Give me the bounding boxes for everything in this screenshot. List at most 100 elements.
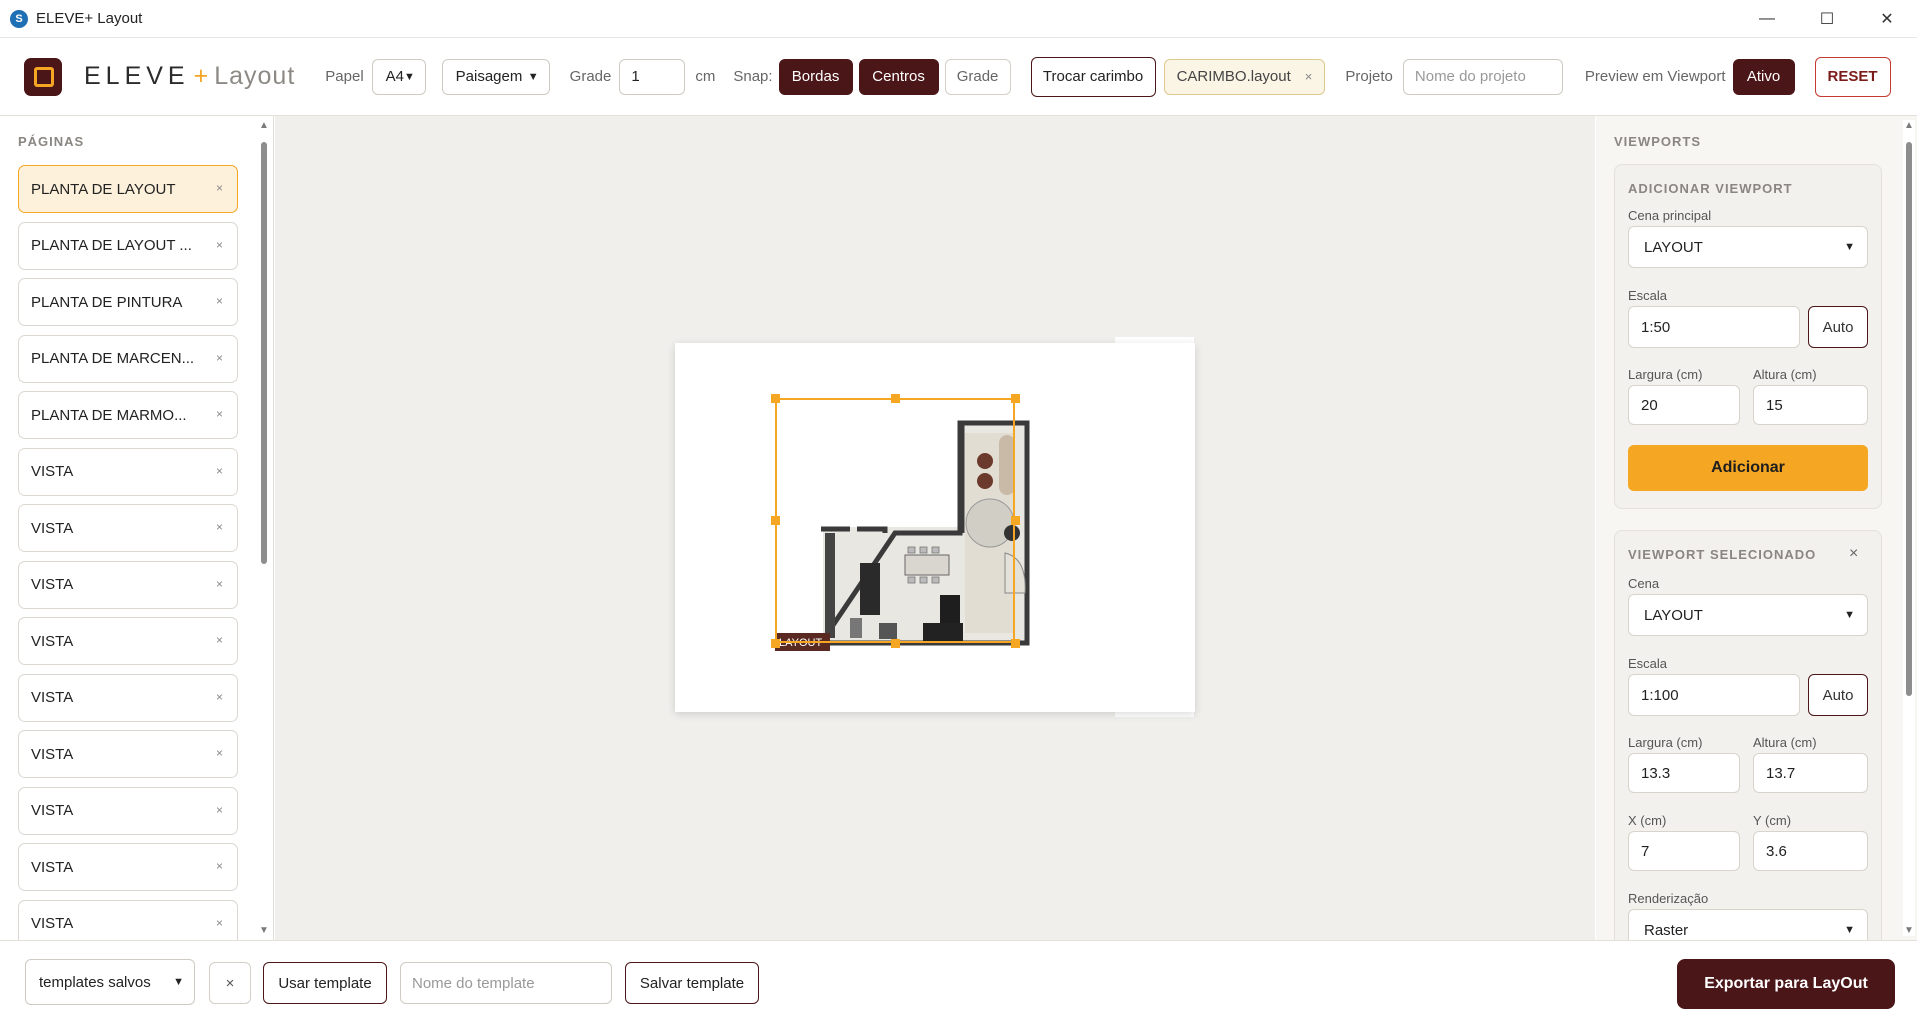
- render-select[interactable]: Raster ▼: [1628, 909, 1868, 940]
- orientation-select[interactable]: Paisagem ▼: [441, 58, 550, 95]
- x-input[interactable]: 7: [1628, 831, 1740, 871]
- scrollbar-thumb[interactable]: [261, 142, 267, 564]
- page-item-label: VISTA: [31, 858, 74, 876]
- page-item[interactable]: PLANTA DE MARMO... ×: [18, 391, 238, 439]
- width-input[interactable]: 13.3: [1628, 753, 1740, 793]
- layout-canvas[interactable]: LAYOUT: [275, 116, 1595, 940]
- page-item[interactable]: VISTA ×: [18, 560, 238, 609]
- remove-page-icon[interactable]: ×: [216, 803, 223, 817]
- paper-sheet[interactable]: LAYOUT: [675, 343, 1195, 712]
- bottom-bar: templates salvos ▼ × Usar template Nome d…: [0, 940, 1917, 1017]
- remove-page-icon[interactable]: ×: [216, 238, 223, 252]
- scale-label: Escala: [1628, 288, 1668, 303]
- preview-toggle[interactable]: Ativo: [1732, 58, 1795, 95]
- scroll-down-icon[interactable]: ▼: [259, 925, 269, 936]
- remove-page-icon[interactable]: ×: [216, 294, 223, 308]
- close-window-button[interactable]: ✕: [1857, 0, 1917, 38]
- auto-scale-button[interactable]: Auto: [1808, 306, 1868, 348]
- project-name-input[interactable]: Nome do projeto: [1402, 58, 1563, 95]
- page-item[interactable]: PLANTA DE PINTURA ×: [18, 278, 238, 326]
- project-label: Projeto: [1345, 68, 1393, 85]
- snap-borders-toggle[interactable]: Bordas: [778, 58, 853, 95]
- scale-input[interactable]: 1:100: [1628, 674, 1800, 716]
- remove-page-icon[interactable]: ×: [216, 746, 223, 760]
- scroll-up-icon[interactable]: ▲: [259, 120, 269, 131]
- page-item[interactable]: VISTA ×: [18, 447, 238, 496]
- resize-handle[interactable]: [1011, 394, 1020, 403]
- remove-page-icon[interactable]: ×: [216, 464, 223, 478]
- remove-page-icon[interactable]: ×: [216, 859, 223, 873]
- paper-label: Papel: [325, 68, 364, 85]
- viewport-selection[interactable]: [775, 398, 1015, 643]
- resize-handle[interactable]: [771, 639, 780, 648]
- height-input[interactable]: 15: [1753, 385, 1868, 425]
- paper-select[interactable]: A4 ▼: [371, 58, 426, 95]
- resize-handle[interactable]: [1011, 639, 1020, 648]
- scrollbar-thumb[interactable]: [1906, 142, 1912, 696]
- snap-centers-toggle[interactable]: Centros: [858, 58, 939, 95]
- page-item[interactable]: PLANTA DE MARCEN... ×: [18, 334, 238, 383]
- reset-button[interactable]: RESET: [1814, 56, 1891, 97]
- page-item[interactable]: VISTA ×: [18, 673, 238, 722]
- resize-handle[interactable]: [1011, 516, 1020, 525]
- pages-scrollbar[interactable]: ▲ ▼: [258, 120, 270, 936]
- pages-sidebar: PÁGINAS PLANTA DE LAYOUT × PLANTA DE LAYOU…: [0, 116, 274, 940]
- export-layout-button[interactable]: Exportar para LayOut: [1677, 959, 1895, 1009]
- height-input[interactable]: 13.7: [1753, 753, 1868, 793]
- scene-label: Cena: [1628, 576, 1660, 591]
- grid-label: Grade: [569, 68, 612, 85]
- page-item[interactable]: VISTA ×: [18, 899, 238, 940]
- resize-handle[interactable]: [891, 639, 900, 648]
- snap-grid-toggle[interactable]: Grade: [944, 58, 1011, 95]
- main-scene-select[interactable]: LAYOUT ▼: [1628, 226, 1868, 268]
- remove-page-icon[interactable]: ×: [216, 181, 223, 195]
- scroll-up-icon[interactable]: ▲: [1904, 120, 1914, 131]
- clear-template-button[interactable]: ×: [209, 962, 251, 1004]
- page-item[interactable]: PLANTA DE LAYOUT ×: [18, 165, 238, 213]
- use-template-button[interactable]: Usar template: [263, 962, 387, 1004]
- page-item-label: PLANTA DE PINTURA: [31, 293, 183, 311]
- remove-page-icon[interactable]: ×: [216, 407, 223, 421]
- maximize-button[interactable]: ☐: [1797, 0, 1857, 38]
- page-item[interactable]: VISTA ×: [18, 617, 238, 665]
- remove-page-icon[interactable]: ×: [216, 351, 223, 365]
- close-icon[interactable]: ×: [1849, 545, 1858, 563]
- page-item-label: PLANTA DE MARCEN...: [31, 350, 195, 367]
- remove-page-icon[interactable]: ×: [216, 633, 223, 647]
- swap-stamp-button[interactable]: Trocar carimbo: [1030, 56, 1156, 97]
- save-template-button[interactable]: Salvar template: [625, 962, 759, 1004]
- auto-scale-button[interactable]: Auto: [1808, 674, 1868, 716]
- y-input[interactable]: 3.6: [1753, 831, 1868, 871]
- remove-page-icon[interactable]: ×: [216, 520, 223, 534]
- add-viewport-button[interactable]: Adicionar: [1628, 445, 1868, 491]
- resize-handle[interactable]: [771, 516, 780, 525]
- resize-handle[interactable]: [771, 394, 780, 403]
- width-input[interactable]: 20: [1628, 385, 1740, 425]
- minimize-button[interactable]: —: [1737, 0, 1797, 38]
- page-item[interactable]: VISTA ×: [18, 786, 238, 835]
- page-item[interactable]: VISTA ×: [18, 504, 238, 552]
- viewports-scrollbar[interactable]: ▲ ▼: [1903, 120, 1915, 936]
- saved-templates-select[interactable]: templates salvos ▼: [25, 959, 195, 1005]
- remove-page-icon[interactable]: ×: [216, 916, 223, 930]
- scene-select[interactable]: LAYOUT ▼: [1628, 594, 1868, 636]
- grid-unit: cm: [695, 68, 716, 85]
- resize-handle[interactable]: [891, 394, 900, 403]
- page-item[interactable]: VISTA ×: [18, 730, 238, 778]
- remove-page-icon[interactable]: ×: [216, 577, 223, 591]
- width-label: Largura (cm): [1628, 735, 1703, 750]
- x-label: X (cm): [1628, 813, 1667, 828]
- chevron-down-icon: ▼: [404, 70, 415, 83]
- viewports-title: VIEWPORTS: [1614, 134, 1702, 149]
- viewports-panel: VIEWPORTS ADICIONAR VIEWPORT Cena princi…: [1596, 116, 1917, 940]
- remove-page-icon[interactable]: ×: [216, 690, 223, 704]
- template-name-input[interactable]: Nome do template: [400, 962, 612, 1004]
- page-item[interactable]: VISTA ×: [18, 843, 238, 891]
- height-label: Altura (cm): [1753, 367, 1817, 382]
- grid-input[interactable]: 1: [619, 58, 686, 95]
- page-item[interactable]: PLANTA DE LAYOUT ... ×: [18, 221, 238, 270]
- scroll-down-icon[interactable]: ▼: [1904, 925, 1914, 936]
- scale-input[interactable]: 1:50: [1628, 306, 1800, 348]
- close-icon[interactable]: ×: [1305, 69, 1313, 84]
- chevron-down-icon: ▼: [1844, 241, 1855, 253]
